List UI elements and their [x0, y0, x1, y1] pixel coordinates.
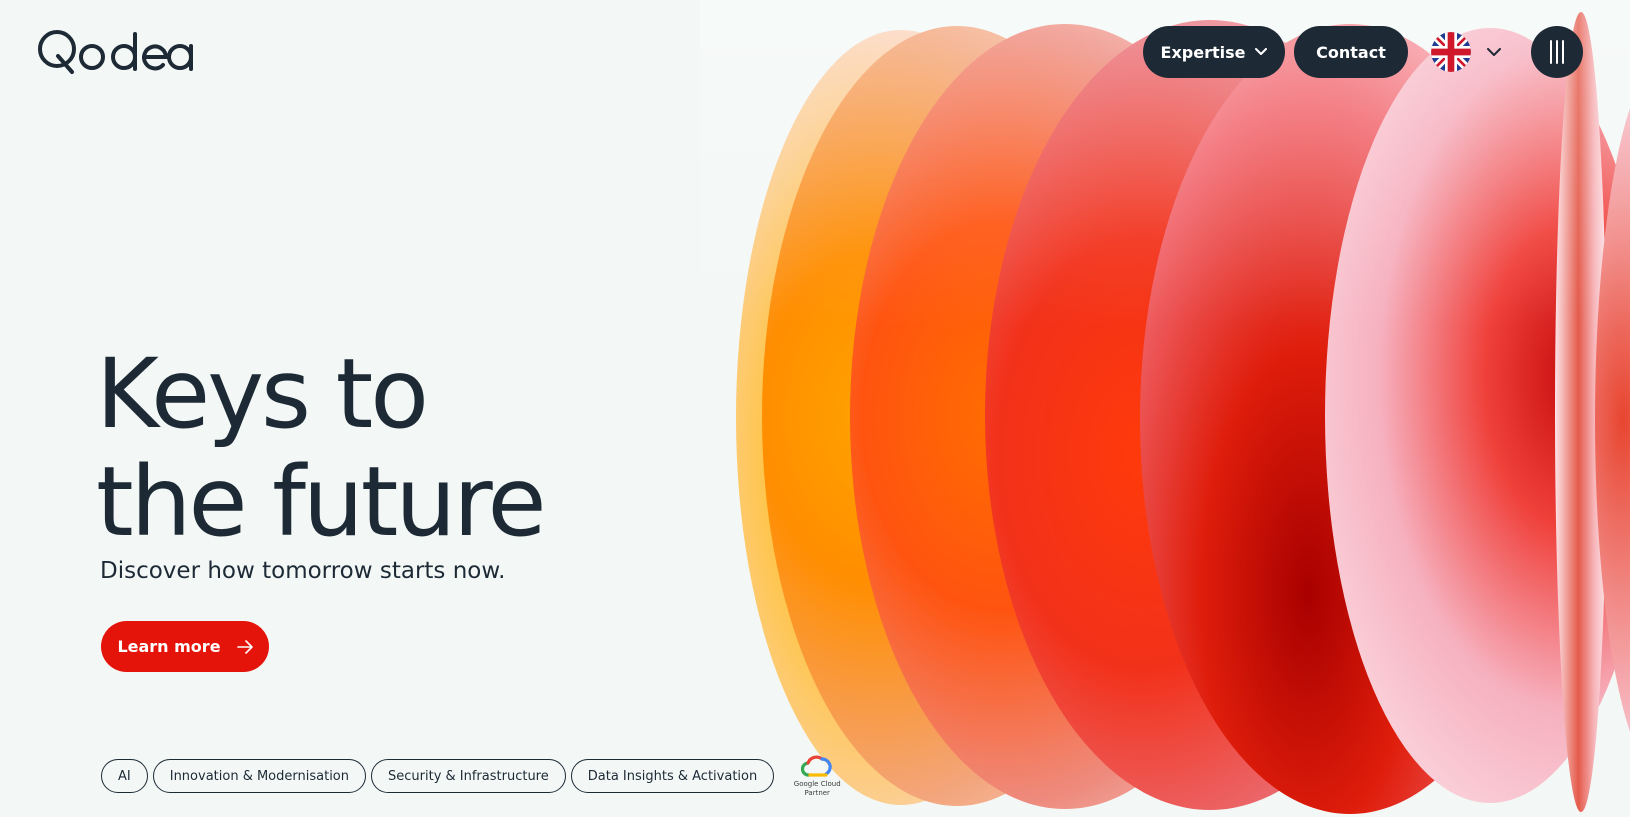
tag-label: AI: [118, 768, 131, 784]
tag-data-insights-activation[interactable]: Data Insights & Activation: [570, 759, 775, 793]
expertise-tags: AI Innovation & Modernisation Security &…: [101, 754, 843, 798]
expertise-label: Expertise: [1160, 42, 1246, 62]
site-logo[interactable]: [36, 24, 194, 80]
learn-more-button[interactable]: Learn more: [101, 621, 269, 672]
uk-flag-icon: [1431, 32, 1471, 72]
tag-innovation-modernisation[interactable]: Innovation & Modernisation: [152, 759, 366, 793]
tag-label: Innovation & Modernisation: [169, 768, 349, 784]
hero-gradient-art: [700, 0, 1630, 817]
google-cloud-icon: [801, 755, 832, 777]
contact-label: Contact: [1316, 42, 1386, 62]
header-actions: Expertise Contact: [1143, 26, 1583, 78]
tag-label: Data Insights & Activation: [587, 768, 758, 784]
homepage: Expertise Contact Keys to the future Dis…: [0, 0, 1630, 817]
hero-subheadline: Discover how tomorrow starts now.: [100, 558, 506, 584]
contact-button[interactable]: Contact: [1294, 26, 1408, 78]
chevron-down-icon: [1255, 48, 1268, 55]
chevron-down-icon: [1487, 47, 1501, 56]
google-cloud-partner-badge: Google Cloud Partner: [791, 754, 843, 798]
hero-headline: Keys to the future: [96, 338, 547, 558]
partner-line-2: Partner: [804, 789, 830, 797]
menu-button[interactable]: [1531, 26, 1583, 78]
language-selector[interactable]: [1431, 32, 1501, 72]
learn-more-label: Learn more: [117, 637, 221, 656]
tag-ai[interactable]: AI: [101, 759, 148, 793]
hero-headline-line-1: Keys to: [96, 338, 429, 450]
logo-wordmark: [38, 30, 193, 74]
arrow-right-icon: [236, 639, 253, 654]
expertise-button[interactable]: Expertise: [1143, 26, 1285, 78]
hero-headline-line-2: the future: [96, 446, 547, 558]
tag-security-infrastructure[interactable]: Security & Infrastructure: [371, 759, 566, 793]
tag-label: Security & Infrastructure: [388, 768, 549, 784]
menu-bars-icon: [1550, 40, 1564, 64]
partner-line-1: Google Cloud: [793, 780, 841, 788]
